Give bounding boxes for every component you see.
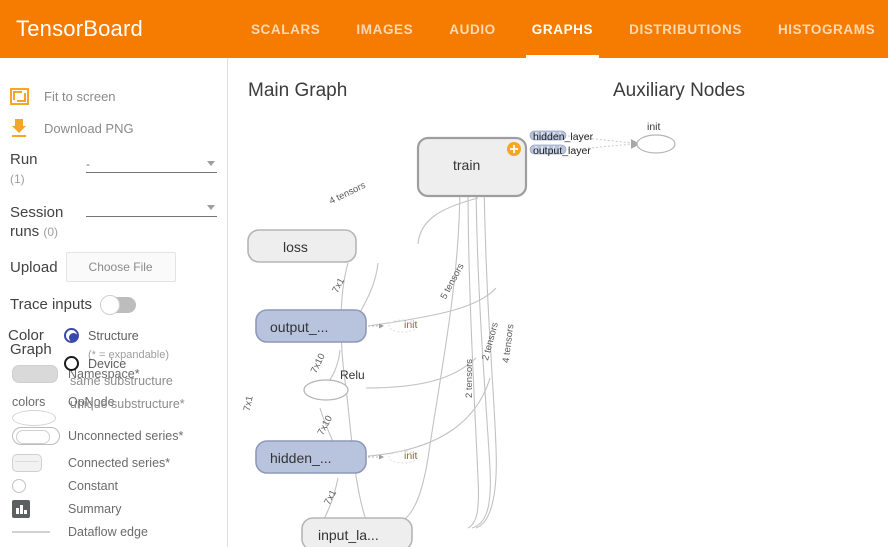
run-selector[interactable]: Run (1) - — [0, 150, 227, 189]
session-runs-count: (0) — [43, 225, 59, 239]
radio-device-icon[interactable] — [64, 356, 79, 371]
tab-audio[interactable]: AUDIO — [431, 0, 514, 58]
radio-structure-label: Structure — [88, 329, 139, 343]
trace-inputs-row: Trace inputs — [0, 294, 227, 315]
init-label-hidden: init — [404, 450, 418, 462]
fit-to-screen-button[interactable]: Fit to screen — [0, 80, 227, 112]
radio-structure-icon[interactable] — [64, 328, 79, 343]
tensorboard-app: TensorBoard SCALARS IMAGES AUDIO GRAPHS … — [0, 0, 888, 547]
upload-row: Upload Choose File — [0, 252, 227, 282]
fit-to-screen-icon — [10, 87, 44, 105]
color-label: Color — [8, 327, 44, 344]
legend-label-unconnected-series: Unconnected series* — [68, 429, 184, 443]
download-icon — [10, 119, 44, 137]
graph-node-loss[interactable] — [247, 229, 357, 263]
dataflow-edge-line-icon — [8, 531, 68, 534]
graph-node-input[interactable] — [301, 517, 413, 547]
init-label-output: init — [404, 319, 418, 331]
edge-label-2-tensors-a: 2 tensors — [464, 358, 476, 399]
legend-overlay-unique-substructure: unique substructure* — [70, 397, 185, 411]
unconnected-series-shape-icon — [8, 427, 68, 445]
download-png-label: Download PNG — [44, 120, 134, 136]
chevron-down-icon — [207, 161, 215, 166]
summary-shape-icon — [8, 499, 68, 518]
download-png-button[interactable]: Download PNG — [0, 112, 227, 144]
namespace-shape-icon — [8, 365, 68, 383]
legend-overlay-same-substructure: same substructure — [70, 374, 173, 388]
graph-node-output[interactable] — [255, 309, 367, 343]
color-radio-structure[interactable]: Structure (* = expandable) — [64, 327, 169, 361]
legend-label-constant: Constant — [68, 478, 119, 493]
session-runs-dropdown[interactable] — [86, 203, 217, 217]
top-navigation-bar: TensorBoard SCALARS IMAGES AUDIO GRAPHS … — [0, 0, 888, 58]
run-label: Run (1) — [10, 151, 38, 186]
fit-to-screen-label: Fit to screen — [44, 88, 116, 104]
session-runs-selector[interactable]: Session runs (0) — [0, 203, 227, 242]
opnode-shape-icon — [8, 410, 68, 426]
graph-node-relu[interactable] — [303, 379, 349, 401]
trace-inputs-label: Trace inputs — [10, 296, 92, 313]
tab-graphs[interactable]: GRAPHS — [514, 0, 611, 58]
chevron-down-icon — [207, 205, 215, 210]
graph-canvas[interactable]: Main Graph Auxiliary Nodes train loss ou… — [228, 58, 888, 547]
run-count: (1) — [10, 172, 25, 186]
connected-series-shape-icon — [8, 453, 68, 472]
color-radio-group: Structure (* = expandable) Device — [64, 327, 169, 377]
legend-label-connected-series: Connected series* — [68, 455, 171, 470]
tab-list: SCALARS IMAGES AUDIO GRAPHS DISTRIBUTION… — [233, 0, 888, 58]
aux-label-output-layer: output_layer — [533, 145, 591, 157]
legend-header-line2: colors — [12, 395, 46, 409]
color-mode-selector: Color Structure (* = expandable) Device — [8, 327, 227, 411]
aux-label-init: init — [647, 121, 661, 133]
radio-device-label: Device — [88, 357, 127, 371]
tab-distributions[interactable]: DISTRIBUTIONS — [611, 0, 760, 58]
run-value: - — [86, 157, 90, 171]
tab-histograms[interactable]: HISTOGRAMS — [760, 0, 888, 58]
graph-node-train[interactable] — [416, 136, 528, 198]
run-dropdown[interactable]: - — [86, 157, 217, 173]
trace-inputs-toggle[interactable] — [99, 294, 136, 315]
graph-controls-sidebar: Fit to screen Download PNG Run (1) - Ses… — [0, 58, 228, 547]
upload-label: Upload — [10, 258, 58, 276]
tab-images[interactable]: IMAGES — [338, 0, 431, 58]
legend-label-dataflow-edge: Dataflow edge — [68, 525, 148, 540]
aux-label-hidden-layer: hidden_layer — [533, 131, 594, 143]
choose-file-button[interactable]: Choose File — [65, 252, 176, 282]
tab-scalars[interactable]: SCALARS — [233, 0, 338, 58]
session-runs-label: Session runs (0) — [10, 204, 64, 240]
app-title: TensorBoard — [16, 16, 143, 41]
legend-header-line2-wrap: colors — [8, 395, 68, 409]
legend-header-line1: Graph — [10, 341, 52, 358]
graph-node-hidden[interactable] — [255, 440, 367, 474]
legend-label-summary: Summary — [68, 501, 122, 516]
constant-shape-icon — [8, 478, 68, 493]
